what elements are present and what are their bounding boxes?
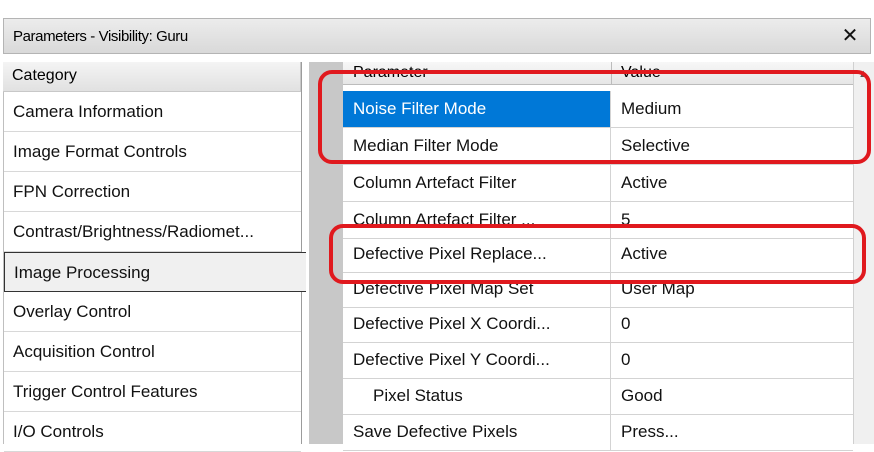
category-header: Category	[3, 62, 301, 92]
grid-row-save-defective-pixels[interactable]: Save Defective Pixels Press...	[343, 414, 853, 451]
parameter-value[interactable]: 0	[611, 306, 863, 342]
scroll-up-icon[interactable]: ▲	[858, 68, 869, 80]
parameter-name: Pixel Status	[343, 378, 611, 414]
category-item-fpn-correction[interactable]: FPN Correction	[4, 172, 301, 212]
parameter-grid-area: Parameter Value Noise Filter Mode Medium…	[309, 62, 874, 451]
window-title: Parameters - Visibility: Guru	[13, 28, 188, 45]
parameter-name: Column Artefact Filter	[343, 165, 611, 201]
parameter-value[interactable]: Active	[611, 236, 863, 272]
parameter-value[interactable]: 0	[611, 342, 863, 378]
parameter-name: Defective Pixel Map Set	[343, 271, 611, 307]
grid-row-column-artefact-filter[interactable]: Column Artefact Filter Active	[343, 165, 853, 202]
category-item-acquisition-control[interactable]: Acquisition Control	[4, 332, 301, 372]
parameter-name: Defective Pixel Replace...	[343, 236, 611, 272]
category-item-contrast-brightness[interactable]: Contrast/Brightness/Radiomet...	[4, 212, 301, 252]
column-divider[interactable]	[611, 62, 612, 84]
parameter-name: Defective Pixel Y Coordi...	[343, 342, 611, 378]
category-item-overlay-control[interactable]: Overlay Control	[4, 292, 301, 332]
parameter-value[interactable]: Selective	[611, 128, 863, 164]
category-item-trigger-control-features[interactable]: Trigger Control Features	[4, 372, 301, 412]
grid-header: Parameter Value	[343, 62, 853, 85]
category-header-label: Category	[12, 67, 77, 84]
vertical-scrollbar[interactable]: ▲	[853, 62, 874, 444]
category-list: Camera Information Image Format Controls…	[3, 92, 306, 452]
grid-row-noise-filter-mode[interactable]: Noise Filter Mode Medium	[343, 91, 853, 128]
column-header-value[interactable]: Value	[621, 64, 661, 82]
parameter-value[interactable]: User Map	[611, 271, 863, 307]
close-icon[interactable]: ✕	[839, 24, 861, 48]
parameter-value[interactable]: Active	[611, 165, 863, 201]
category-item-image-format-controls[interactable]: Image Format Controls	[4, 132, 301, 172]
parameter-name: Column Artefact Filter ...	[343, 202, 611, 238]
grid-row-median-filter-mode[interactable]: Median Filter Mode Selective	[343, 128, 853, 165]
grid-row-defective-pixel-y[interactable]: Defective Pixel Y Coordi... 0	[343, 342, 853, 379]
parameter-grid: Parameter Value Noise Filter Mode Medium…	[343, 62, 853, 451]
parameter-value[interactable]: Press...	[611, 414, 863, 450]
parameter-value[interactable]: Good	[611, 378, 863, 414]
column-header-parameter[interactable]: Parameter	[353, 64, 428, 82]
parameter-value[interactable]: Medium	[611, 91, 863, 127]
grid-row-column-artefact-filter-2[interactable]: Column Artefact Filter ... 5	[343, 202, 853, 239]
category-item-camera-information[interactable]: Camera Information	[4, 92, 301, 132]
parameter-name: Defective Pixel X Coordi...	[343, 306, 611, 342]
parameter-value[interactable]: 5	[611, 202, 863, 238]
grid-row-defective-pixel-replace[interactable]: Defective Pixel Replace... Active	[343, 236, 853, 273]
grid-row-pixel-status[interactable]: Pixel Status Good	[343, 378, 853, 415]
parameter-name: Median Filter Mode	[343, 128, 611, 164]
category-item-io-controls[interactable]: I/O Controls	[4, 412, 301, 452]
grid-row-defective-pixel-x[interactable]: Defective Pixel X Coordi... 0	[343, 306, 853, 343]
window-titlebar: Parameters - Visibility: Guru ✕	[3, 18, 871, 54]
parameter-name: Noise Filter Mode	[343, 91, 611, 127]
grid-row-defective-pixel-map-set[interactable]: Defective Pixel Map Set User Map	[343, 271, 853, 308]
category-item-image-processing[interactable]: Image Processing	[4, 252, 306, 292]
parameter-name: Save Defective Pixels	[343, 414, 611, 450]
